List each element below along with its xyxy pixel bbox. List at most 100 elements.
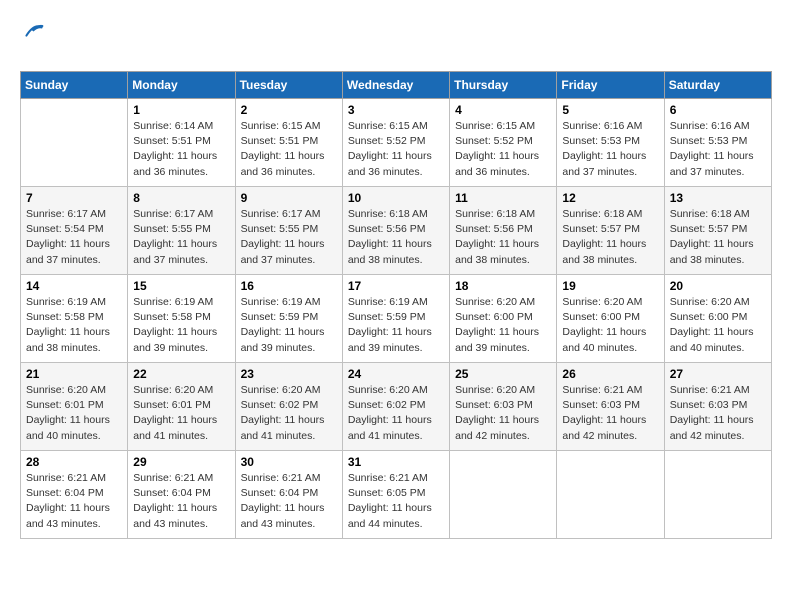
calendar-cell: 3 Sunrise: 6:15 AMSunset: 5:52 PMDaylight… [342,99,449,187]
day-info: Sunrise: 6:18 AMSunset: 5:57 PMDaylight:… [562,207,658,268]
day-of-week-header: Friday [557,72,664,99]
day-info: Sunrise: 6:19 AMSunset: 5:58 PMDaylight:… [26,295,122,356]
calendar-cell [557,451,664,539]
calendar-cell: 16Sunrise: 6:19 AMSunset: 5:59 PMDayligh… [235,275,342,363]
day-info: Sunrise: 6:20 AMSunset: 6:00 PMDaylight:… [562,295,658,356]
calendar-cell: 21Sunrise: 6:20 AMSunset: 6:01 PMDayligh… [21,363,128,451]
day-info: Sunrise: 6:16 AMSunset: 5:53 PMDaylight:… [562,119,658,180]
calendar-cell: 30Sunrise: 6:21 AMSunset: 6:04 PMDayligh… [235,451,342,539]
day-number: 27 [670,367,766,381]
calendar-cell: 12 Sunrise: 6:18 AMSunset: 5:57 PMDayligh… [557,187,664,275]
calendar-cell [664,451,771,539]
calendar-cell: 25Sunrise: 6:20 AMSunset: 6:03 PMDayligh… [450,363,557,451]
day-number: 17 [348,279,444,293]
calendar-cell: 29 Sunrise: 6:21 AMSunset: 6:04 PMDayligh… [128,451,235,539]
calendar-week-row: 14 Sunrise: 6:19 AMSunset: 5:58 PMDayligh… [21,275,772,363]
day-number: 26 [562,367,658,381]
calendar-cell: 26 Sunrise: 6:21 AMSunset: 6:03 PMDayligh… [557,363,664,451]
day-number: 29 [133,455,229,469]
calendar-cell: 14 Sunrise: 6:19 AMSunset: 5:58 PMDayligh… [21,275,128,363]
day-info: Sunrise: 6:21 AMSunset: 6:03 PMDaylight:… [670,383,766,444]
day-number: 23 [241,367,337,381]
day-info: Sunrise: 6:19 AMSunset: 5:59 PMDaylight:… [241,295,337,356]
logo [20,20,44,61]
day-info: Sunrise: 6:18 AMSunset: 5:56 PMDaylight:… [455,207,551,268]
day-info: Sunrise: 6:20 AMSunset: 6:00 PMDaylight:… [670,295,766,356]
day-info: Sunrise: 6:14 AMSunset: 5:51 PMDaylight:… [133,119,229,180]
calendar-cell [450,451,557,539]
calendar-cell: 28 Sunrise: 6:21 AMSunset: 6:04 PMDayligh… [21,451,128,539]
calendar-cell: 15 Sunrise: 6:19 AMSunset: 5:58 PMDayligh… [128,275,235,363]
calendar-week-row: 1 Sunrise: 6:14 AMSunset: 5:51 PMDaylight… [21,99,772,187]
day-info: Sunrise: 6:17 AMSunset: 5:55 PMDaylight:… [133,207,229,268]
day-info: Sunrise: 6:20 AMSunset: 6:02 PMDaylight:… [348,383,444,444]
calendar-cell: 17 Sunrise: 6:19 AMSunset: 5:59 PMDayligh… [342,275,449,363]
day-info: Sunrise: 6:16 AMSunset: 5:53 PMDaylight:… [670,119,766,180]
day-of-week-header: Tuesday [235,72,342,99]
calendar-cell: 4Sunrise: 6:15 AMSunset: 5:52 PMDaylight… [450,99,557,187]
day-info: Sunrise: 6:15 AMSunset: 5:52 PMDaylight:… [455,119,551,180]
day-number: 1 [133,103,229,117]
day-number: 3 [348,103,444,117]
day-info: Sunrise: 6:20 AMSunset: 6:01 PMDaylight:… [26,383,122,444]
calendar-cell: 20Sunrise: 6:20 AMSunset: 6:00 PMDayligh… [664,275,771,363]
day-of-week-header: Saturday [664,72,771,99]
calendar-week-row: 28 Sunrise: 6:21 AMSunset: 6:04 PMDayligh… [21,451,772,539]
calendar-cell: 5 Sunrise: 6:16 AMSunset: 5:53 PMDaylight… [557,99,664,187]
calendar-cell: 9Sunrise: 6:17 AMSunset: 5:55 PMDaylight… [235,187,342,275]
calendar-cell: 6 Sunrise: 6:16 AMSunset: 5:53 PMDaylight… [664,99,771,187]
day-of-week-header: Wednesday [342,72,449,99]
day-info: Sunrise: 6:19 AMSunset: 5:58 PMDaylight:… [133,295,229,356]
day-number: 31 [348,455,444,469]
calendar-cell: 18Sunrise: 6:20 AMSunset: 6:00 PMDayligh… [450,275,557,363]
day-number: 24 [348,367,444,381]
day-number: 5 [562,103,658,117]
calendar-cell: 22 Sunrise: 6:20 AMSunset: 6:01 PMDayligh… [128,363,235,451]
day-info: Sunrise: 6:17 AMSunset: 5:55 PMDaylight:… [241,207,337,268]
calendar-week-row: 21Sunrise: 6:20 AMSunset: 6:01 PMDayligh… [21,363,772,451]
day-of-week-header: Monday [128,72,235,99]
day-info: Sunrise: 6:15 AMSunset: 5:52 PMDaylight:… [348,119,444,180]
day-number: 13 [670,191,766,205]
calendar-cell: 27 Sunrise: 6:21 AMSunset: 6:03 PMDayligh… [664,363,771,451]
page-header [20,20,772,61]
day-info: Sunrise: 6:20 AMSunset: 6:03 PMDaylight:… [455,383,551,444]
calendar-table: SundayMondayTuesdayWednesdayThursdayFrid… [20,71,772,539]
calendar-cell: 8 Sunrise: 6:17 AMSunset: 5:55 PMDaylight… [128,187,235,275]
calendar-week-row: 7Sunrise: 6:17 AMSunset: 5:54 PMDaylight… [21,187,772,275]
day-number: 6 [670,103,766,117]
calendar-cell: 24 Sunrise: 6:20 AMSunset: 6:02 PMDayligh… [342,363,449,451]
day-number: 7 [26,191,122,205]
day-number: 8 [133,191,229,205]
calendar-cell: 1 Sunrise: 6:14 AMSunset: 5:51 PMDaylight… [128,99,235,187]
day-info: Sunrise: 6:21 AMSunset: 6:05 PMDaylight:… [348,471,444,532]
day-number: 12 [562,191,658,205]
calendar-cell: 10 Sunrise: 6:18 AMSunset: 5:56 PMDayligh… [342,187,449,275]
logo-bird-icon [20,20,44,40]
day-number: 18 [455,279,551,293]
day-info: Sunrise: 6:21 AMSunset: 6:03 PMDaylight:… [562,383,658,444]
day-number: 14 [26,279,122,293]
day-info: Sunrise: 6:21 AMSunset: 6:04 PMDaylight:… [133,471,229,532]
day-info: Sunrise: 6:15 AMSunset: 5:51 PMDaylight:… [241,119,337,180]
day-info: Sunrise: 6:18 AMSunset: 5:57 PMDaylight:… [670,207,766,268]
calendar-cell: 19Sunrise: 6:20 AMSunset: 6:00 PMDayligh… [557,275,664,363]
calendar-cell: 2Sunrise: 6:15 AMSunset: 5:51 PMDaylight… [235,99,342,187]
calendar-cell: 11 Sunrise: 6:18 AMSunset: 5:56 PMDayligh… [450,187,557,275]
calendar-cell: 13 Sunrise: 6:18 AMSunset: 5:57 PMDayligh… [664,187,771,275]
day-of-week-header: Thursday [450,72,557,99]
day-number: 15 [133,279,229,293]
day-info: Sunrise: 6:21 AMSunset: 6:04 PMDaylight:… [26,471,122,532]
calendar-cell: 31 Sunrise: 6:21 AMSunset: 6:05 PMDayligh… [342,451,449,539]
calendar-cell: 23Sunrise: 6:20 AMSunset: 6:02 PMDayligh… [235,363,342,451]
day-number: 22 [133,367,229,381]
day-number: 11 [455,191,551,205]
calendar-header-row: SundayMondayTuesdayWednesdayThursdayFrid… [21,72,772,99]
calendar-cell [21,99,128,187]
day-info: Sunrise: 6:20 AMSunset: 6:01 PMDaylight:… [133,383,229,444]
day-number: 28 [26,455,122,469]
day-info: Sunrise: 6:19 AMSunset: 5:59 PMDaylight:… [348,295,444,356]
day-of-week-header: Sunday [21,72,128,99]
day-info: Sunrise: 6:18 AMSunset: 5:56 PMDaylight:… [348,207,444,268]
day-number: 10 [348,191,444,205]
